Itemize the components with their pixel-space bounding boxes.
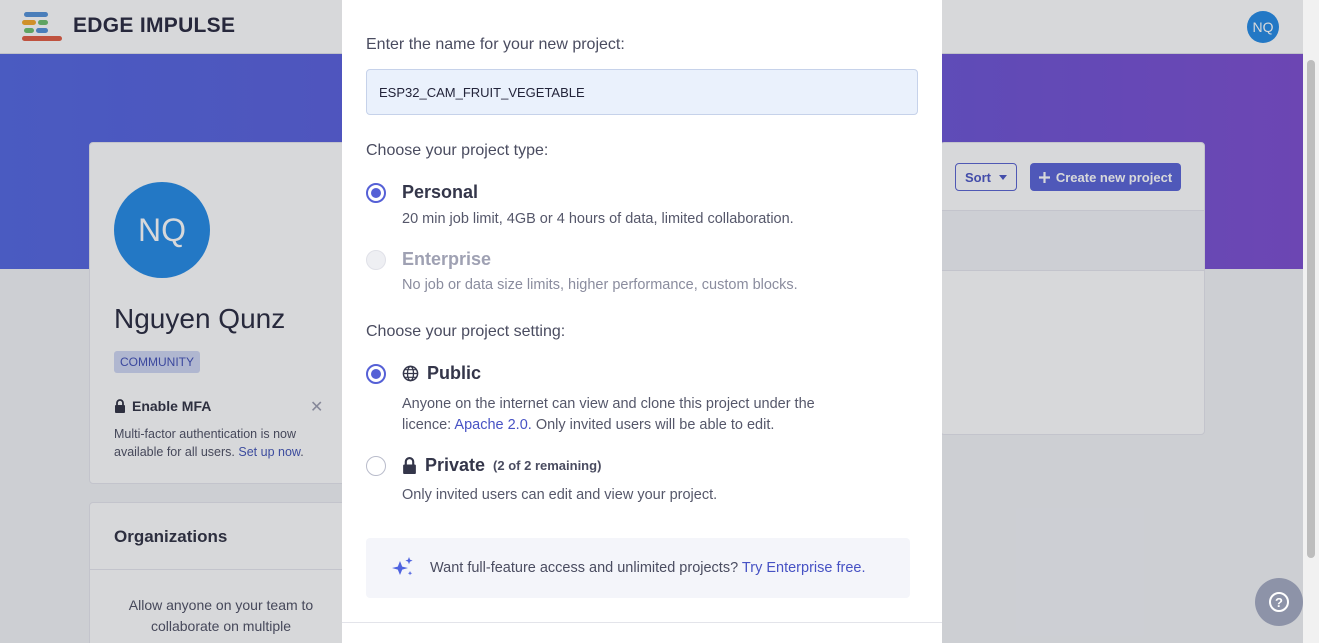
- sparkle-icon: [392, 557, 413, 576]
- project-setting-label: Choose your project setting:: [366, 323, 566, 340]
- try-enterprise-link[interactable]: Try Enterprise free.: [742, 560, 866, 576]
- radio-public[interactable]: [366, 364, 386, 384]
- option-private-title[interactable]: Private (2 of 2 remaining): [402, 455, 601, 476]
- option-private-desc: Only invited users can edit and view you…: [402, 487, 718, 503]
- lock-icon: [403, 457, 416, 474]
- private-title-text: Private: [425, 455, 486, 475]
- globe-icon: [402, 365, 419, 382]
- radio-personal[interactable]: [366, 183, 386, 203]
- project-type-label: Choose your project type:: [366, 142, 549, 159]
- page-scrollbar[interactable]: [1303, 0, 1319, 643]
- help-icon: ?: [1269, 592, 1289, 612]
- apache-licence-link[interactable]: Apache 2.0.: [454, 417, 531, 433]
- public-desc-line1: Anyone on the internet can view and clon…: [402, 396, 815, 412]
- project-name-input[interactable]: [366, 69, 918, 115]
- private-remaining-note: (2 of 2 remaining): [493, 458, 602, 473]
- option-enterprise-desc: No job or data size limits, higher perfo…: [402, 277, 798, 293]
- option-personal-title[interactable]: Personal: [402, 182, 478, 203]
- project-name-label: Enter the name for your new project:: [366, 36, 625, 53]
- public-desc-post: Only invited users will be able to edit.: [531, 417, 775, 433]
- radio-enterprise[interactable]: [366, 250, 386, 270]
- option-public-desc: Anyone on the internet can view and clon…: [402, 394, 815, 436]
- option-enterprise-title[interactable]: Enterprise: [402, 249, 491, 270]
- help-button[interactable]: ?: [1255, 578, 1303, 626]
- enterprise-promo: Want full-feature access and unlimited p…: [366, 538, 910, 598]
- scrollbar-thumb[interactable]: [1307, 60, 1315, 558]
- public-title-text: Public: [427, 363, 482, 383]
- option-public-title[interactable]: Public: [402, 363, 481, 384]
- create-project-modal: Enter the name for your new project: Cho…: [342, 0, 942, 643]
- public-desc-pre: licence:: [402, 417, 455, 433]
- promo-text: Want full-feature access and unlimited p…: [430, 560, 865, 576]
- modal-footer-divider: [342, 622, 942, 623]
- radio-private[interactable]: [366, 456, 386, 476]
- option-personal-desc: 20 min job limit, 4GB or 4 hours of data…: [402, 211, 794, 227]
- promo-message: Want full-feature access and unlimited p…: [430, 560, 739, 576]
